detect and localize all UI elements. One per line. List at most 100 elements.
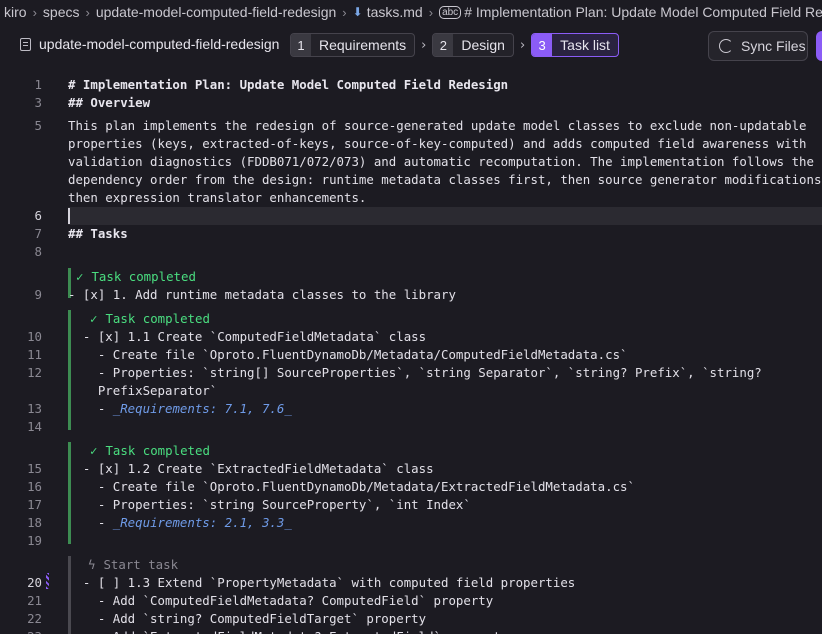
line-number: 3 — [34, 95, 42, 110]
step-label: Requirements — [319, 37, 407, 53]
line-number: 20 — [27, 575, 42, 590]
line-number: 6 — [34, 208, 42, 223]
line-text: - [x] 1. Add runtime metadata classes to… — [68, 287, 456, 302]
editor-line[interactable]: 17 - Properties: `string SourceProperty`… — [0, 496, 822, 514]
task-status-lens[interactable]: ✓ Task completed — [90, 310, 210, 328]
chevron-right-icon: › — [428, 4, 434, 20]
editor-line[interactable]: 6 — [0, 207, 822, 225]
line-text: - Properties: `string SourceProperty`, `… — [68, 497, 471, 512]
breadcrumb-item-spec-folder[interactable]: update-model-computed-field-redesign — [96, 4, 336, 20]
line-number: 12 — [27, 365, 42, 380]
editor-line[interactable]: dependency order from the design: runtim… — [0, 171, 822, 189]
spec-title: update-model-computed-field-redesign — [20, 36, 279, 52]
workflow-steps: 1 Requirements › 2 Design › 3 Task list — [290, 33, 619, 57]
line-text: - Add `ExtractedFieldMetadata? Extracted… — [68, 628, 508, 634]
task-status-label: Task completed — [105, 311, 210, 326]
primary-action-button[interactable] — [816, 31, 822, 61]
task-status-lens[interactable]: ✓ Task completed — [90, 442, 210, 460]
line-number: 21 — [27, 593, 42, 608]
sync-files-button[interactable]: Sync Files — [708, 31, 808, 61]
line-text: ## Overview — [68, 95, 151, 110]
step-requirements[interactable]: 1 Requirements — [290, 33, 416, 57]
breadcrumb-item-symbol[interactable]: # Implementation Plan: Update Model Comp… — [464, 4, 822, 20]
chevron-right-icon: › — [421, 37, 427, 53]
step-label: Task list — [560, 37, 610, 53]
line-text: - Create file `Oproto.FluentDynamoDb/Met… — [68, 347, 628, 362]
line-text: - Create file `Oproto.FluentDynamoDb/Met… — [68, 479, 635, 494]
editor-line[interactable]: 18 - _Requirements: 2.1, 3.3_ — [0, 514, 822, 532]
editor-line[interactable]: 20 - [ ] 1.3 Extend `PropertyMetadata` w… — [0, 574, 822, 592]
line-number: 23 — [0, 628, 42, 634]
line-text: properties (keys, extracted-of-keys, sou… — [68, 136, 807, 151]
chevron-right-icon: › — [519, 37, 526, 53]
line-number: 8 — [34, 244, 42, 259]
line-text: validation diagnostics (FDDB071/072/073)… — [68, 154, 814, 169]
spec-name: update-model-computed-field-redesign — [39, 36, 280, 52]
line-text: - — [68, 401, 113, 416]
check-icon: ✓ — [90, 443, 98, 458]
line-text: - Properties: `string[] SourceProperties… — [68, 365, 762, 380]
chevron-right-icon: › — [85, 4, 90, 20]
editor-line[interactable]: 16 - Create file `Oproto.FluentDynamoDb/… — [0, 478, 822, 496]
task-status-label: Task completed — [91, 269, 196, 284]
editor-line[interactable]: 5 This plan implements the redesign of so… — [0, 117, 822, 135]
step-number: 3 — [532, 34, 553, 56]
spec-toolbar: update-model-computed-field-redesign 1 R… — [0, 28, 822, 64]
editor-line[interactable]: 13 - _Requirements: 7.1, 7.6_ — [0, 400, 822, 418]
breadcrumb-item-root[interactable]: kiro — [4, 4, 27, 20]
editor-line[interactable]: 15 - [x] 1.2 Create `ExtractedFieldMetad… — [0, 460, 822, 478]
breadcrumb-item-specs[interactable]: specs — [43, 4, 80, 20]
step-design[interactable]: 2 Design — [432, 33, 514, 57]
breadcrumb-item-file[interactable]: tasks.md — [367, 4, 423, 20]
step-number: 2 — [433, 34, 454, 56]
editor-line[interactable]: 3 ## Overview — [0, 94, 822, 112]
editor-line[interactable]: 10 - [x] 1.1 Create `ComputedFieldMetada… — [0, 328, 822, 346]
editor-line[interactable]: 23 - Add `ExtractedFieldMetadata? Extrac… — [0, 628, 822, 634]
line-text: - [x] 1.2 Create `ExtractedFieldMetadata… — [68, 461, 434, 476]
editor-line[interactable]: 7 ## Tasks — [0, 225, 822, 243]
line-text: PrefixSeparator` — [68, 383, 218, 398]
line-number: 19 — [27, 533, 42, 548]
editor-line[interactable]: 1 # Implementation Plan: Update Model Com… — [0, 76, 822, 94]
step-number: 1 — [291, 34, 311, 56]
editor-line[interactable]: PrefixSeparator` — [0, 382, 822, 400]
editor-line[interactable]: properties (keys, extracted-of-keys, sou… — [0, 135, 822, 153]
step-task-list[interactable]: 3 Task list — [531, 33, 619, 57]
task-status-label: Task completed — [105, 443, 210, 458]
line-number: 10 — [27, 329, 42, 344]
sync-files-label: Sync Files — [741, 38, 806, 54]
sync-icon — [719, 39, 733, 53]
requirements-link[interactable]: _Requirements: 7.1, 7.6_ — [113, 400, 292, 418]
line-number: 22 — [27, 611, 42, 626]
editor-line[interactable]: validation diagnostics (FDDB071/072/073)… — [0, 153, 822, 171]
modified-line-indicator — [46, 573, 49, 589]
line-number: 7 — [34, 226, 42, 241]
markdown-editor[interactable]: ✓ Task completed ✓ Task completed ✓ Task co… — [0, 72, 822, 634]
line-text: - Add `string? ComputedFieldTarget` prop… — [68, 611, 427, 626]
line-number: 14 — [27, 419, 42, 434]
lightning-icon: ϟ — [88, 557, 96, 572]
editor-line[interactable]: 21 - Add `ComputedFieldMetadata? Compute… — [0, 592, 822, 610]
start-task-lens[interactable]: ϟ Start task — [88, 556, 178, 574]
editor-line[interactable]: 11 - Create file `Oproto.FluentDynamoDb/… — [0, 346, 822, 364]
document-icon — [20, 37, 31, 51]
editor-line[interactable]: 8 — [0, 243, 822, 261]
chevron-right-icon: › — [342, 4, 347, 20]
editor-line[interactable]: then expression translator enhancements. — [0, 189, 822, 207]
line-number: 18 — [27, 515, 42, 530]
line-number: 17 — [27, 497, 42, 512]
line-text: # Implementation Plan: Update Model Comp… — [68, 77, 509, 92]
chevron-right-icon: › — [32, 4, 37, 20]
editor-line[interactable]: 19 — [0, 532, 822, 550]
line-text: ## Tasks — [68, 226, 128, 241]
start-task-label: Start task — [103, 557, 179, 572]
editor-line[interactable]: 12 - Properties: `string[] SourcePropert… — [0, 364, 822, 382]
line-text: This plan implements the redesign of sou… — [68, 118, 807, 133]
requirements-link[interactable]: _Requirements: 2.1, 3.3_ — [113, 514, 292, 532]
line-number: 9 — [34, 287, 42, 302]
line-text: dependency order from the design: runtim… — [68, 172, 822, 187]
editor-line[interactable]: 22 - Add `string? ComputedFieldTarget` p… — [0, 610, 822, 628]
task-status-lens[interactable]: ✓ Task completed — [76, 268, 196, 286]
editor-line[interactable]: 9 - [x] 1. Add runtime metadata classes t… — [0, 286, 822, 304]
editor-line[interactable]: 14 — [0, 418, 822, 436]
